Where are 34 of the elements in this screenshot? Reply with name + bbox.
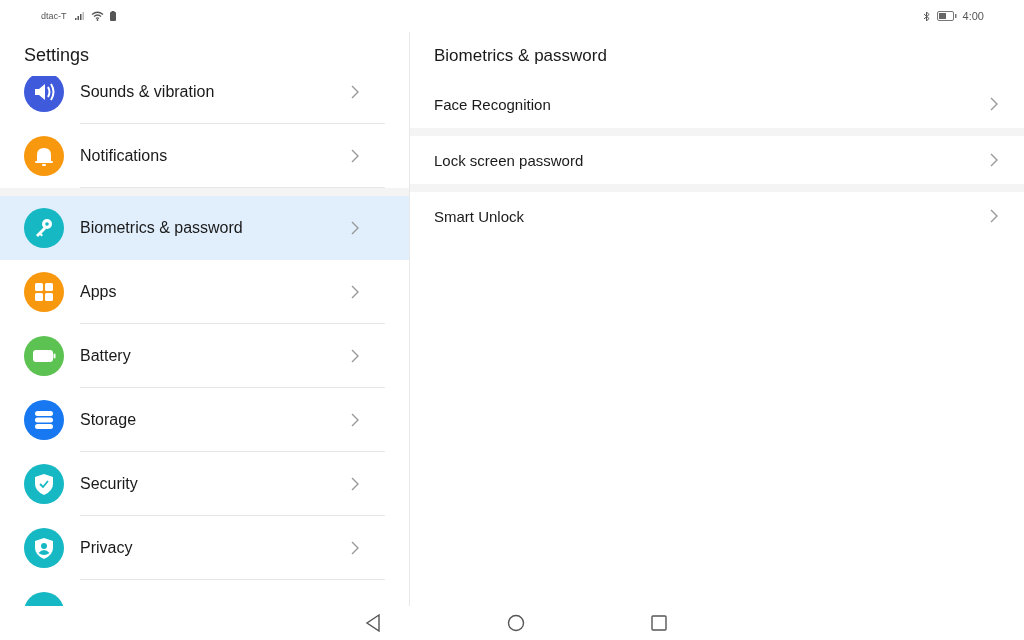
chevron-icon — [351, 148, 359, 163]
chevron-icon — [990, 209, 998, 223]
chevron-icon — [351, 284, 359, 299]
settings-item[interactable]: Security — [0, 452, 409, 516]
battery-icon — [936, 11, 957, 21]
settings-item[interactable]: Battery — [0, 324, 409, 388]
chevron-icon — [990, 153, 998, 167]
settings-item[interactable]: Face Recognition — [410, 80, 1024, 128]
battery-icon — [109, 11, 116, 21]
chevron-icon — [351, 476, 359, 491]
back-button[interactable] — [363, 612, 383, 634]
settings-item[interactable]: Smart Unlock — [410, 184, 1024, 240]
wifi-icon — [90, 11, 104, 21]
settings-item[interactable]: Biometrics & password — [0, 196, 409, 260]
settings-item[interactable]: Notifications — [0, 124, 409, 188]
chevron-icon — [351, 221, 359, 235]
settings-item[interactable]: Storage — [0, 388, 409, 452]
clock-time: 4:00 — [962, 10, 984, 22]
settings-item[interactable]: Apps — [0, 260, 409, 324]
carrier-name: dtac-T — [41, 11, 67, 21]
settings-item[interactable]: Sounds & vibration — [0, 76, 409, 124]
bluetooth-icon — [922, 10, 931, 22]
signal-icon — [74, 12, 85, 20]
settings-title: Settings — [23, 44, 91, 64]
chevron-icon — [351, 412, 359, 427]
recents-button[interactable] — [649, 613, 669, 633]
settings-item[interactable]: Privacy — [0, 516, 409, 580]
chevron-icon — [351, 348, 359, 363]
chevron-icon — [990, 97, 998, 111]
home-button[interactable] — [505, 612, 527, 634]
chevron-icon — [351, 540, 359, 555]
chevron-icon — [351, 84, 359, 99]
settings-item[interactable]: Lock screen password — [410, 128, 1024, 184]
page-title: Biometrics & password — [433, 45, 608, 67]
